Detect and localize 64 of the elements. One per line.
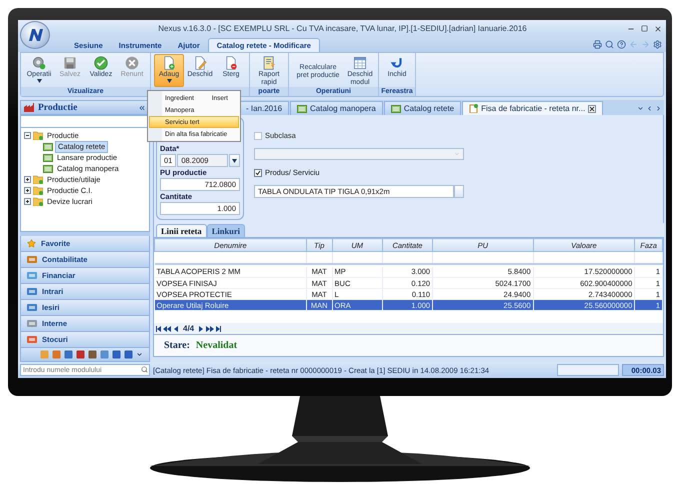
- filter-cell[interactable]: [154, 252, 306, 264]
- dropdown-button[interactable]: [229, 154, 240, 167]
- list-icon: [43, 142, 53, 150]
- close-icon[interactable]: [588, 104, 596, 112]
- caret-icon: [232, 158, 237, 162]
- printer-icon[interactable]: [593, 40, 602, 49]
- tab[interactable]: Linkuri: [206, 224, 246, 237]
- document-tab[interactable]: Fisa de fabricatie - reteta nr...: [462, 101, 604, 115]
- help-icon[interactable]: [617, 40, 626, 49]
- document-icon: [469, 104, 478, 113]
- state-value: Nevalidat: [196, 340, 238, 351]
- check-icon: [94, 56, 108, 70]
- document-delete-icon: [224, 56, 238, 70]
- folder-icon: [33, 186, 43, 195]
- curved-arrow-icon: [390, 56, 404, 70]
- table-icon: [353, 56, 367, 70]
- expand-icon[interactable]: [24, 176, 31, 183]
- document-tab[interactable]: Catalog retete: [384, 101, 462, 115]
- page-counter: 4/4: [182, 324, 196, 333]
- first-previous-icon[interactable]: [156, 326, 178, 332]
- document-add-icon: [162, 56, 176, 70]
- folder-icon: [33, 197, 43, 206]
- scroll-right-icon[interactable]: [655, 104, 662, 112]
- document-tab[interactable]: Catalog manopera: [290, 101, 383, 115]
- expand-icon[interactable]: [24, 187, 31, 194]
- dropdown-field[interactable]: [254, 148, 464, 160]
- settings-icon[interactable]: [653, 40, 662, 49]
- maximize-icon[interactable]: [641, 24, 648, 32]
- list-icon: [390, 104, 401, 112]
- filter-cell[interactable]: [382, 252, 433, 264]
- document-edit-icon: [193, 56, 207, 70]
- caret-icon: [454, 151, 460, 157]
- progress-field: [557, 364, 619, 376]
- cancel-icon: [125, 56, 139, 70]
- filter-cell[interactable]: [634, 252, 662, 264]
- checkbox[interactable]: [254, 168, 262, 176]
- next-last-icon[interactable]: [199, 326, 222, 332]
- search-icon: [141, 366, 148, 373]
- report-icon: [262, 56, 276, 70]
- expand-icon[interactable]: [24, 198, 31, 205]
- star-icon: [27, 239, 36, 248]
- gear-icon: [32, 56, 46, 70]
- collapse-icon[interactable]: [24, 132, 31, 139]
- caret-icon[interactable]: [136, 351, 143, 358]
- state-label: Stare:: [164, 340, 190, 351]
- tab[interactable]: Linii reteta: [156, 224, 207, 237]
- close-icon[interactable]: [654, 24, 662, 32]
- scroll-left-icon[interactable]: [646, 104, 653, 112]
- list-icon: [43, 154, 53, 162]
- sidebar-title: Productie: [38, 102, 78, 112]
- caret-icon[interactable]: [637, 104, 644, 112]
- filter-cell[interactable]: [432, 252, 534, 264]
- filter-cell[interactable]: [533, 252, 635, 264]
- folder-icon: [33, 131, 43, 140]
- window-title: Nexus v.16.3.0 - [SC EXEMPLU SRL - Cu TVA incasare, TVA lunar, IP].[1-SEDIU].[adrian] Ianuarie.2016: [157, 24, 528, 33]
- sidebar-search-field[interactable]: [20, 115, 150, 128]
- collapse-icon[interactable]: [138, 104, 146, 112]
- list-icon: [297, 104, 308, 112]
- list-icon: [43, 164, 53, 172]
- filter-cell[interactable]: [332, 252, 382, 264]
- folder-icon: [33, 175, 43, 184]
- search-icon[interactable]: [605, 40, 614, 49]
- filter-cell[interactable]: [306, 252, 332, 264]
- factory-icon: [24, 103, 34, 112]
